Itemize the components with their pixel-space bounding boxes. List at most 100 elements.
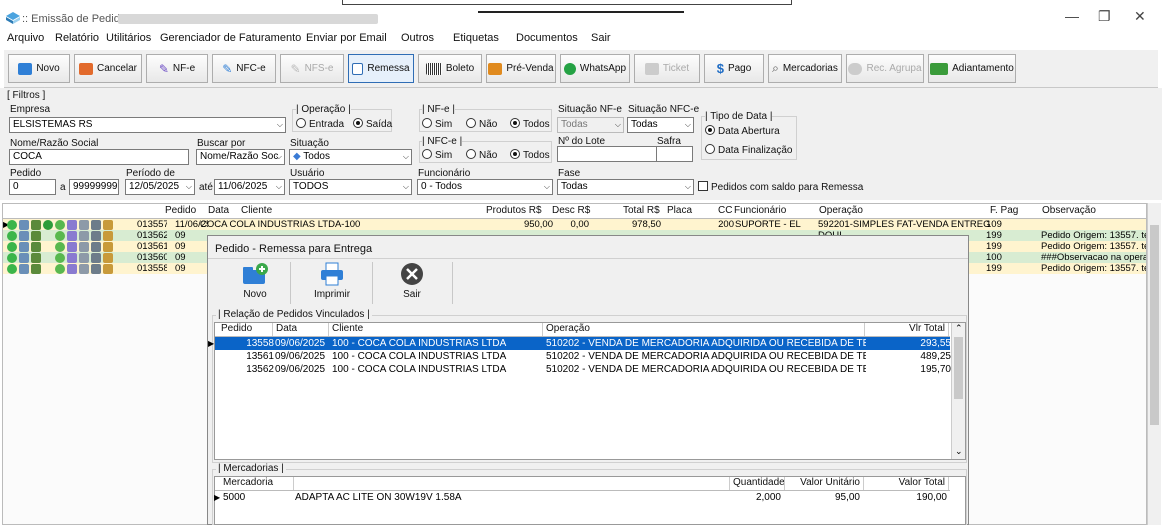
situacao-nfe-select[interactable]: Todas ⌵ xyxy=(557,117,624,133)
nfce-todos-radio[interactable]: Todos xyxy=(510,149,550,161)
operacao-saida-radio[interactable]: Saída xyxy=(353,118,392,130)
merc-col-valor-total[interactable]: Valor Total xyxy=(864,477,949,490)
merc-col-descricao[interactable] xyxy=(294,477,730,490)
grid-scrollbar[interactable] xyxy=(1147,203,1161,525)
printer-icon[interactable] xyxy=(19,263,29,274)
scroll-up-icon[interactable]: ⌃ xyxy=(955,323,963,334)
envelope-icon[interactable] xyxy=(79,230,89,241)
empresa-select[interactable]: ELSISTEMAS RS ⌵ xyxy=(9,117,286,133)
situacao-select[interactable]: ◆ Todos ⌵ xyxy=(289,149,412,165)
dollar-icon[interactable] xyxy=(43,219,53,230)
check-icon[interactable] xyxy=(55,241,65,252)
vinculados-row[interactable]: 13561 09/06/2025 100 - COCA COLA INDUSTRIA… xyxy=(215,350,951,363)
truck-icon[interactable] xyxy=(91,263,101,274)
vinc-col-total[interactable]: Vlr Total xyxy=(865,323,949,336)
merc-col-valor-unitario[interactable]: Valor Unitário xyxy=(785,477,864,490)
truck-icon[interactable] xyxy=(91,230,101,241)
nfe-nao-radio[interactable]: Não xyxy=(466,118,497,130)
vinculados-row[interactable]: 13562 09/06/2025 100 - COCA COLA INDUSTRIA… xyxy=(215,363,951,376)
vinc-col-operacao[interactable]: Operação xyxy=(543,323,865,336)
menu-enviar-email[interactable]: Enviar por Email xyxy=(306,32,387,44)
close-button[interactable]: ✕ xyxy=(1134,8,1146,25)
cancelar-button[interactable]: Cancelar xyxy=(74,54,142,83)
status-green-icon[interactable] xyxy=(7,230,17,241)
adiantamento-button[interactable]: Adiantamento xyxy=(928,54,1016,83)
delivery-icon[interactable] xyxy=(103,252,113,263)
menu-sair[interactable]: Sair xyxy=(591,32,611,44)
scroll-thumb[interactable] xyxy=(954,337,963,399)
col-data[interactable]: Data xyxy=(208,205,229,219)
col-pedido[interactable]: Pedido xyxy=(165,205,196,219)
col-placa[interactable]: Placa xyxy=(667,205,692,219)
merc-col-mercadoria[interactable]: Mercadoria xyxy=(220,477,294,490)
operacao-entrada-radio[interactable]: Entrada xyxy=(296,118,344,130)
col-produtos[interactable]: Produtos R$ xyxy=(486,205,542,219)
col-cliente[interactable]: Cliente xyxy=(241,205,272,219)
col-funcionario[interactable]: Funcionário xyxy=(734,205,786,219)
col-total[interactable]: Total R$ xyxy=(623,205,660,219)
check-icon[interactable] xyxy=(55,230,65,241)
saldo-remessa-checkbox[interactable]: Pedidos com saldo para Remessa xyxy=(698,181,863,193)
boleto-button[interactable]: Boleto xyxy=(418,54,482,83)
col-observacao[interactable]: Observação xyxy=(1042,205,1096,219)
menu-etiquetas[interactable]: Etiquetas xyxy=(453,32,499,44)
printer-icon[interactable] xyxy=(19,252,29,263)
scroll-thumb[interactable] xyxy=(1150,225,1159,425)
delivery-icon[interactable] xyxy=(103,230,113,241)
document-icon[interactable] xyxy=(31,252,41,263)
truck-icon[interactable] xyxy=(91,241,101,252)
delivery-icon[interactable] xyxy=(103,219,113,230)
nfe-pen-icon[interactable] xyxy=(67,230,77,241)
pedido-from-input[interactable]: 0 xyxy=(9,179,56,195)
menu-relatorio[interactable]: Relatório xyxy=(55,32,99,44)
col-operacao[interactable]: Operação xyxy=(819,205,863,219)
nfe-pen-icon[interactable] xyxy=(67,219,77,230)
merc-col-quantidade[interactable]: Quantidade xyxy=(730,477,785,490)
menu-documentos[interactable]: Documentos xyxy=(516,32,578,44)
envelope-icon[interactable] xyxy=(79,219,89,230)
whatsapp-button[interactable]: WhatsApp xyxy=(560,54,630,83)
nfe-todos-radio[interactable]: Todos xyxy=(510,118,550,130)
truck-icon[interactable] xyxy=(91,219,101,230)
remessa-button[interactable]: Remessa xyxy=(348,54,414,83)
nfe-pen-icon[interactable] xyxy=(67,252,77,263)
nfce-button[interactable]: ✎ NFC-e xyxy=(212,54,276,83)
vinculados-row[interactable]: ▶ 13558 09/06/2025 100 - COCA COLA INDUSTRI… xyxy=(208,337,951,350)
novo-button[interactable]: Novo xyxy=(8,54,70,83)
vinc-col-cliente[interactable]: Cliente xyxy=(329,323,543,336)
fase-select[interactable]: Todas ⌵ xyxy=(557,179,694,195)
minimize-button[interactable]: — xyxy=(1065,8,1079,24)
data-finalizacao-radio[interactable]: Data Finalização xyxy=(705,144,792,156)
table-row[interactable]: ▶ 013557 11/06/25 COCA COLA INDUSTRIAS LTDA… xyxy=(3,219,1146,230)
status-green-icon[interactable] xyxy=(7,252,17,263)
check-icon[interactable] xyxy=(55,263,65,274)
check-icon[interactable] xyxy=(55,252,65,263)
document-icon[interactable] xyxy=(31,241,41,252)
mercadorias-button[interactable]: ⌕ Mercadorias xyxy=(768,54,842,83)
document-icon[interactable] xyxy=(31,230,41,241)
buscar-select[interactable]: Nome/Razão Soc ⌵ xyxy=(196,149,285,165)
status-green-icon[interactable] xyxy=(7,219,17,230)
nfe-pen-icon[interactable] xyxy=(67,263,77,274)
dialog-imprimir-button[interactable]: Imprimir xyxy=(302,262,362,306)
printer-icon[interactable] xyxy=(19,230,29,241)
scroll-down-icon[interactable]: ⌄ xyxy=(955,446,963,457)
truck-icon[interactable] xyxy=(91,252,101,263)
ticket-button[interactable]: Ticket xyxy=(634,54,700,83)
menu-outros[interactable]: Outros xyxy=(401,32,434,44)
rec-agrupa-button[interactable]: Rec. Agrupa xyxy=(846,54,924,83)
periodo-to-input[interactable]: 11/06/2025 ⌵ xyxy=(214,179,285,195)
dialog-novo-button[interactable]: Novo xyxy=(225,262,285,306)
col-cc[interactable]: CC xyxy=(718,205,732,219)
status-green-icon[interactable] xyxy=(7,263,17,274)
vinc-col-pedido[interactable]: Pedido xyxy=(218,323,273,336)
nome-input[interactable]: COCA xyxy=(9,149,189,165)
delivery-icon[interactable] xyxy=(103,263,113,274)
safra-input[interactable] xyxy=(656,146,693,162)
vinc-scrollbar[interactable]: ⌃ ⌄ xyxy=(951,323,965,459)
data-abertura-radio[interactable]: Data Abertura xyxy=(705,125,780,137)
envelope-icon[interactable] xyxy=(79,263,89,274)
situacao-nfce-select[interactable]: Todas ⌵ xyxy=(627,117,694,133)
periodo-from-input[interactable]: 12/05/2025 ⌵ xyxy=(125,179,195,195)
usuario-select[interactable]: TODOS ⌵ xyxy=(289,179,412,195)
